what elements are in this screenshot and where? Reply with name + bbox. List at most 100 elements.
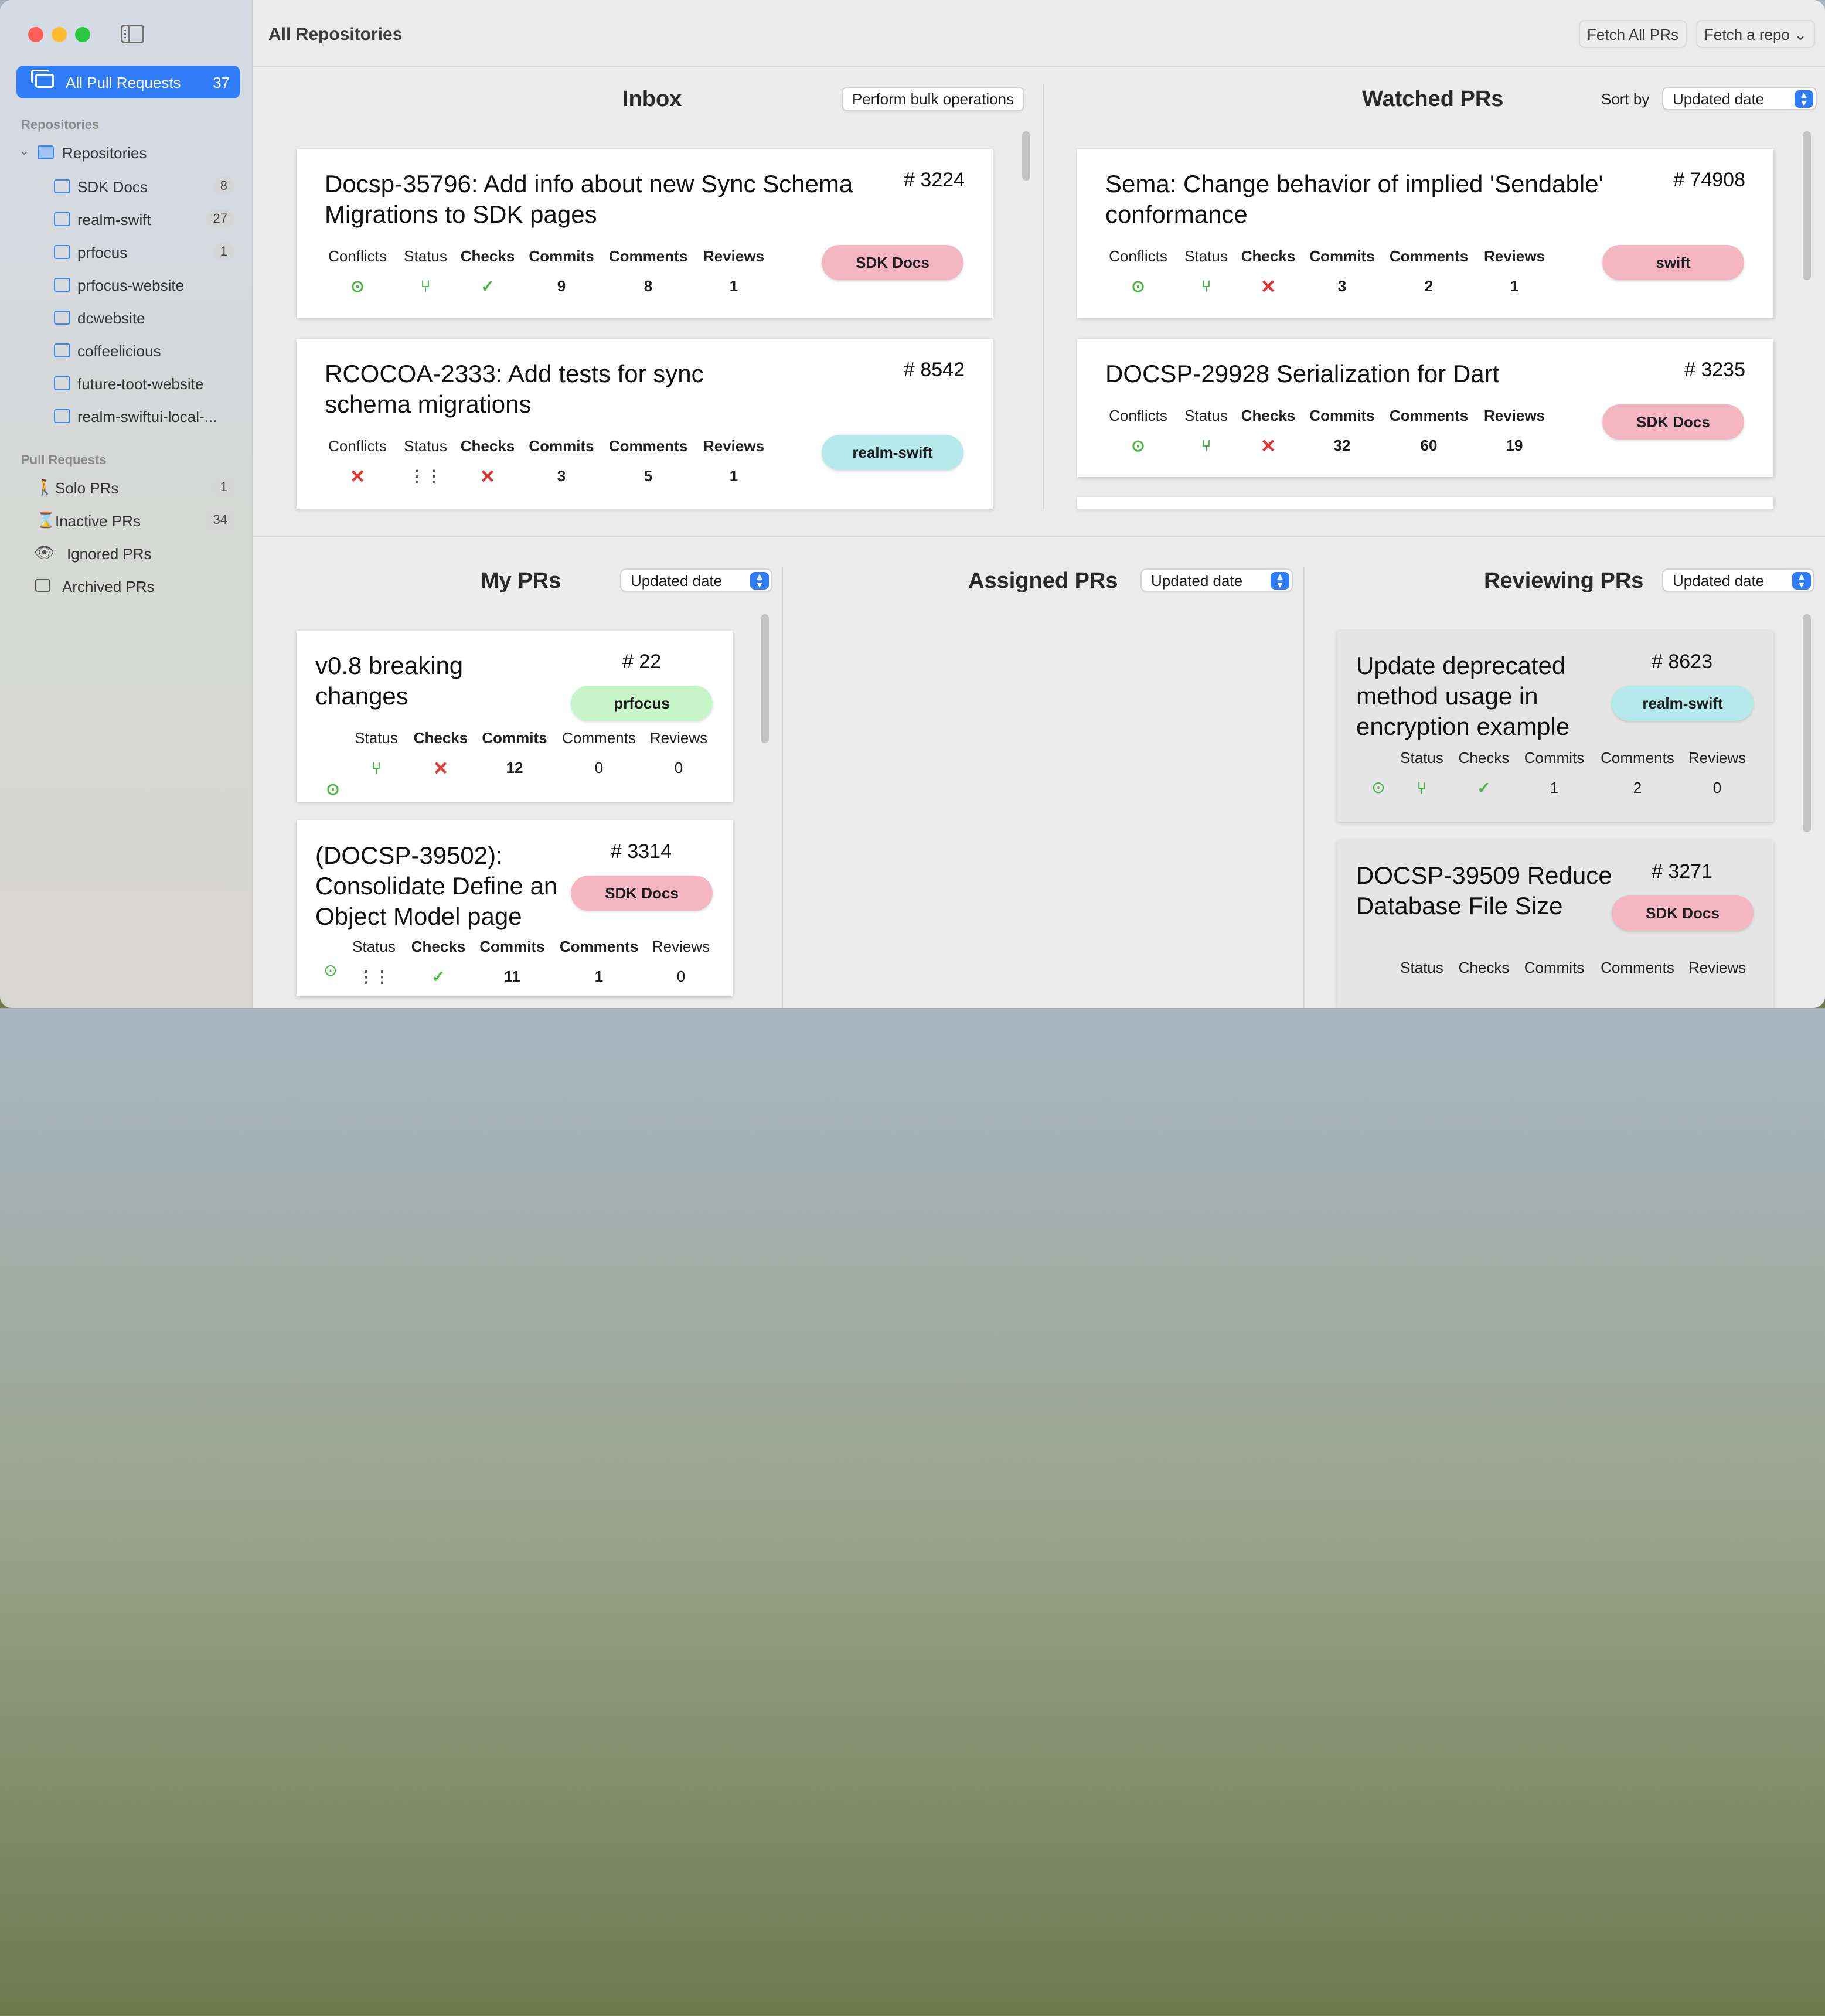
comments-stat: Comments 60 [1387, 407, 1471, 458]
watched-sort-select[interactable]: Updated date ▲ ▼ [1662, 87, 1817, 110]
sidebar-item-ignored-prs[interactable]: 👁 Ignored PRs [0, 539, 253, 567]
status-label: Status [404, 247, 447, 265]
toolbar: All Repositories Fetch All PRs Fetch a r… [253, 0, 1825, 67]
conflicts-stat: Conflicts ⊙ [1105, 247, 1171, 298]
commits-stat: Commits 12 [479, 729, 550, 780]
checks-stat: Checks [1455, 959, 1513, 977]
x-mark-icon: ✕ [1260, 276, 1276, 297]
sidebar-item-repo[interactable]: realm-swiftui-local-... [0, 402, 253, 430]
pr-title[interactable]: Update deprecated method usage in encryp… [1356, 651, 1602, 742]
checks-label: Checks [1458, 959, 1510, 976]
my-prs-scrollbar[interactable] [761, 614, 769, 743]
checks-stat: Checks ✕ [410, 729, 471, 780]
sidebar-item-repo[interactable]: prfocus 1 [0, 238, 253, 266]
folder-icon [54, 376, 70, 390]
sidebar-group-repositories[interactable]: ⌄ Repositories [0, 138, 253, 166]
pane-divider[interactable] [253, 536, 1825, 537]
sidebar-item-archived-prs[interactable]: Archived PRs [0, 572, 253, 600]
sidebar-item-count: 27 [206, 210, 234, 227]
comments-value: 0 [594, 759, 604, 777]
page-title: All Repositories [268, 25, 403, 44]
reviewing-prs-title: Reviewing PRs [1484, 568, 1644, 593]
repo-tag[interactable]: prfocus [571, 686, 713, 721]
sidebar-item-repo[interactable]: future-toot-website [0, 369, 253, 397]
pr-title[interactable]: DOCSP-39509 Reduce Database File Size [1356, 860, 1614, 921]
my-prs-sort-select[interactable]: Updated date ▲ ▼ [620, 568, 772, 592]
conflicts-stat: Conflicts ⊙ [325, 247, 390, 298]
pr-title[interactable]: (DOCSP-39502): Consolidate Define an Obj… [315, 840, 573, 932]
pr-card[interactable]: Docsp-35796: Add info about new Sync Sch… [297, 149, 993, 318]
fetch-all-prs-button[interactable]: Fetch All PRs [1579, 20, 1687, 48]
reviews-label: Reviews [649, 729, 708, 747]
reviews-stat: Reviews 0 [646, 729, 711, 780]
commits-label: Commits [482, 729, 547, 747]
pr-title[interactable]: RCOCOA-2333: Add tests for sync schema m… [325, 359, 770, 420]
pr-card[interactable]: (DOCSP-39502): Consolidate Define an Obj… [297, 820, 733, 996]
perform-bulk-operations-button[interactable]: Perform bulk operations [842, 87, 1025, 111]
chevron-down-icon[interactable]: ⌄ [19, 143, 29, 158]
pr-card[interactable]: v0.8 breaking changes # 22 prfocus ⊙ Sta… [297, 631, 733, 802]
sidebar-item-repo[interactable]: realm-swift 27 [0, 205, 253, 233]
repo-tag[interactable]: SDK Docs [822, 245, 963, 280]
sidebar-item-solo-prs[interactable]: 🚶 Solo PRs 1 [0, 474, 253, 502]
pr-number: # 8542 [904, 359, 965, 381]
sidebar-item-all-pull-requests[interactable]: All Pull Requests 37 [16, 66, 240, 98]
sidebar-item-label: future-toot-website [77, 375, 204, 393]
pr-card[interactable]: Sema: Change behavior of implied 'Sendab… [1077, 149, 1773, 318]
assigned-prs-title: Assigned PRs [968, 568, 1118, 593]
minimize-window-button[interactable] [52, 27, 67, 42]
close-window-button[interactable] [28, 27, 43, 42]
sidebar-item-count: 1 [213, 478, 234, 496]
repo-tag[interactable]: realm-swift [1612, 686, 1754, 721]
sidebar-toggle-icon[interactable] [121, 25, 144, 43]
status-label: Status [1400, 749, 1443, 767]
inbox-scrollbar[interactable] [1022, 131, 1030, 181]
reviews-stat: Reviews [1684, 959, 1750, 977]
checks-stat: Checks ✓ [1455, 749, 1513, 800]
comments-label: Comments [562, 729, 636, 747]
x-mark-icon: ✕ [1260, 435, 1276, 457]
repo-tag[interactable]: SDK Docs [571, 876, 713, 911]
status-stat: Status ⑂ [1182, 407, 1231, 458]
pr-number: # 3314 [611, 840, 672, 863]
assigned-sort-select[interactable]: Updated date ▲ ▼ [1140, 568, 1293, 592]
panel-divider [1043, 84, 1044, 509]
folder-icon [54, 245, 70, 259]
reviews-stat: Reviews 1 [1482, 247, 1547, 298]
sidebar-item-repo[interactable]: prfocus-website [0, 271, 253, 299]
pr-card[interactable]: DOCSP-29928 Serialization for Dart # 323… [1077, 339, 1773, 477]
comments-stat: Comments 2 [1387, 247, 1471, 298]
pr-card[interactable]: Update deprecated method usage in encryp… [1337, 631, 1773, 822]
pr-card[interactable]: DOCSP-39509 Reduce Database File Size # … [1337, 840, 1773, 1008]
comments-label: Comments [1389, 407, 1469, 424]
sidebar-item-repo[interactable]: dcwebsite [0, 304, 253, 332]
fetch-a-repo-button[interactable]: Fetch a repo ⌄ [1696, 20, 1815, 48]
repo-tag[interactable]: SDK Docs [1602, 404, 1744, 440]
sidebar-item-count: 8 [213, 177, 234, 195]
reviewing-scrollbar[interactable] [1803, 614, 1811, 832]
pr-title[interactable]: Sema: Change behavior of implied 'Sendab… [1105, 169, 1656, 230]
comments-stat: Comments 5 [606, 437, 690, 488]
sidebar-item-repo[interactable]: coffeelicious [0, 336, 253, 365]
pr-title[interactable]: Docsp-35796: Add info about new Sync Sch… [325, 169, 887, 230]
check-circle-icon: ⊙ [326, 780, 340, 798]
reviews-stat: Reviews 1 [701, 247, 767, 298]
reviewing-sort-select[interactable]: Updated date ▲ ▼ [1662, 568, 1814, 592]
repo-tag[interactable]: SDK Docs [1612, 895, 1754, 931]
pr-title[interactable]: DOCSP-29928 Serialization for Dart [1105, 359, 1656, 389]
repo-tag[interactable]: swift [1602, 245, 1744, 280]
conflicts-stat: ⊙ [313, 961, 348, 980]
pr-title[interactable]: v0.8 breaking changes [315, 651, 526, 711]
watched-scrollbar[interactable] [1803, 131, 1811, 280]
status-label: Status [404, 437, 447, 455]
checkmark-icon: ✓ [431, 968, 445, 986]
my-prs-title: My PRs [481, 568, 561, 593]
comments-stat: Comments [1595, 959, 1680, 977]
pr-card[interactable]: RCOCOA-2333: Add tests for sync schema m… [297, 339, 993, 509]
pr-card[interactable] [1077, 497, 1773, 509]
repo-tag[interactable]: realm-swift [822, 435, 963, 470]
sidebar-item-repo[interactable]: SDK Docs 8 [0, 172, 253, 200]
sidebar-item-inactive-prs[interactable]: ⌛ Inactive PRs 34 [0, 506, 253, 534]
commits-value: 11 [504, 968, 520, 985]
zoom-window-button[interactable] [75, 27, 90, 42]
